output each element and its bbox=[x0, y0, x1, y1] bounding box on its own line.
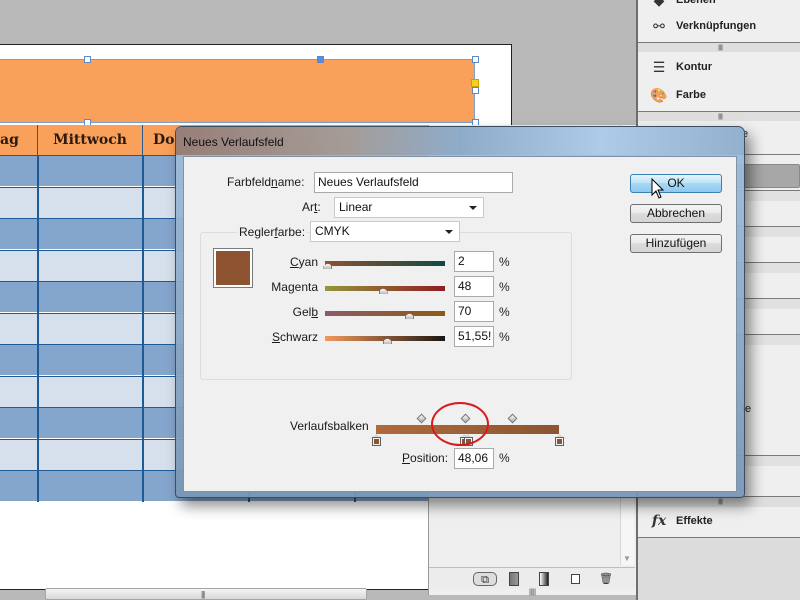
new-swatch-icon[interactable] bbox=[571, 574, 580, 584]
position-input[interactable]: 48,06 bbox=[454, 448, 494, 469]
dock-item-links[interactable]: ⚯ Verknüpfungen bbox=[638, 12, 800, 40]
current-color-swatch bbox=[213, 248, 253, 288]
gradient-stop[interactable] bbox=[372, 434, 381, 446]
gradient-stop[interactable] bbox=[555, 434, 564, 446]
selection-handle[interactable] bbox=[472, 56, 479, 63]
table-column-divider bbox=[142, 155, 144, 502]
gradient-ramp-label: Verlaufsbalken bbox=[290, 419, 369, 433]
orange-header-frame[interactable] bbox=[0, 59, 475, 123]
dock-empty-area bbox=[638, 537, 800, 600]
channel-slider[interactable] bbox=[325, 311, 445, 319]
stop-color-dropdown[interactable]: CMYK bbox=[310, 221, 460, 242]
dialog-body: Farbfeldname: Neues Verlaufsfeld Art: Li… bbox=[183, 156, 737, 492]
channel-unit: % bbox=[499, 280, 510, 294]
dock-item-label: Effekte bbox=[676, 515, 713, 527]
slider-thumb[interactable] bbox=[323, 263, 333, 269]
dock-item-color[interactable]: 🎨 Farbe bbox=[638, 81, 800, 109]
table-header-cell: Mittwoch bbox=[38, 125, 143, 155]
gradient-midpoint-diamond[interactable] bbox=[416, 413, 427, 424]
panel-grip-icon[interactable]: |||||||| bbox=[429, 589, 635, 597]
highlight-annotation-circle bbox=[431, 402, 489, 446]
stop-color-dropdown-value: CMYK bbox=[315, 224, 350, 238]
position-unit: % bbox=[499, 451, 510, 465]
selection-handle[interactable] bbox=[472, 87, 479, 94]
type-label: Art: bbox=[302, 200, 321, 214]
dialog-title: Neues Verlaufsfeld bbox=[183, 135, 284, 149]
selection-handle-center[interactable] bbox=[317, 56, 324, 63]
mouse-cursor-icon bbox=[651, 178, 665, 199]
chevron-down-icon bbox=[445, 230, 453, 234]
swatch-name-input[interactable]: Neues Verlaufsfeld bbox=[314, 172, 513, 193]
links-icon: ⚯ bbox=[653, 17, 665, 34]
channel-unit: % bbox=[499, 330, 510, 344]
horizontal-scrollbar[interactable]: ||| bbox=[45, 588, 367, 600]
ok-button[interactable]: OK bbox=[630, 174, 722, 193]
chevron-down-icon bbox=[469, 206, 477, 210]
channel-slider[interactable] bbox=[325, 286, 445, 294]
gradient-midpoint-diamond[interactable] bbox=[507, 413, 518, 424]
dock-item-label: Kontur bbox=[676, 61, 713, 73]
channel-label: Schwarz bbox=[271, 330, 318, 344]
show-gradient-swatches-icon[interactable] bbox=[539, 572, 549, 586]
channel-label: Magenta bbox=[271, 280, 318, 294]
table-column-divider bbox=[37, 155, 39, 502]
slider-thumb[interactable] bbox=[378, 288, 388, 294]
channel-label: Gelb bbox=[292, 305, 318, 319]
live-corner-handle[interactable] bbox=[471, 79, 479, 87]
show-color-swatches-icon[interactable] bbox=[509, 572, 519, 586]
scrollbar-grip-icon: ||| bbox=[201, 590, 205, 599]
position-label: Position: bbox=[402, 451, 449, 465]
dock-separator[interactable]: |||||||| bbox=[638, 111, 800, 121]
channel-slider[interactable] bbox=[325, 336, 445, 344]
scroll-down-arrow-icon[interactable]: ▼ bbox=[623, 554, 631, 563]
channel-unit: % bbox=[499, 305, 510, 319]
type-dropdown-value: Linear bbox=[339, 200, 373, 214]
dock-separator[interactable]: |||||||| bbox=[638, 42, 800, 52]
channel-value-input[interactable]: 70 bbox=[454, 301, 494, 322]
show-all-swatches-icon[interactable]: ⧉ bbox=[473, 572, 497, 586]
dock-item-stroke[interactable]: ☰ Kontur bbox=[638, 53, 800, 81]
swatches-toolbar: ⧉ 🗑 bbox=[429, 567, 635, 589]
table-header-cell: ag bbox=[0, 125, 38, 155]
channel-value-input[interactable]: 2 bbox=[454, 251, 494, 272]
layers-icon: ◆ bbox=[648, 0, 670, 9]
color-palette-icon: 🎨 bbox=[650, 86, 668, 103]
type-dropdown[interactable]: Linear bbox=[334, 197, 484, 218]
fx-icon: fx bbox=[651, 513, 667, 529]
channel-unit: % bbox=[499, 255, 510, 269]
dock-separator[interactable]: |||||||| bbox=[638, 497, 800, 507]
dialog-titlebar[interactable]: Neues Verlaufsfeld bbox=[176, 127, 744, 155]
stop-color-group bbox=[200, 232, 572, 380]
slider-thumb[interactable] bbox=[382, 338, 392, 344]
channel-value-input[interactable]: 48 bbox=[454, 276, 494, 297]
dock-item-label: Ebenen bbox=[676, 0, 716, 6]
swatch-name-label: Farbfeldname: bbox=[227, 175, 305, 189]
add-button[interactable]: Hinzufügen bbox=[630, 234, 722, 253]
channel-slider[interactable] bbox=[323, 261, 445, 269]
channel-value-input[interactable]: 51,55! bbox=[454, 326, 494, 347]
dock-item-label: Farbe bbox=[676, 89, 706, 101]
cancel-button[interactable]: Abbrechen bbox=[630, 204, 722, 223]
delete-swatch-icon[interactable]: 🗑 bbox=[599, 572, 613, 586]
stroke-icon: ☰ bbox=[652, 58, 666, 75]
dock-item-effects[interactable]: fx Effekte bbox=[638, 507, 800, 535]
slider-thumb[interactable] bbox=[405, 313, 414, 319]
channel-label: Cyan bbox=[289, 255, 318, 269]
dock-item-label: Verknüpfungen bbox=[676, 20, 757, 32]
selection-handle[interactable] bbox=[84, 56, 91, 63]
stop-color-label: Reglerfarbe: bbox=[237, 225, 308, 239]
